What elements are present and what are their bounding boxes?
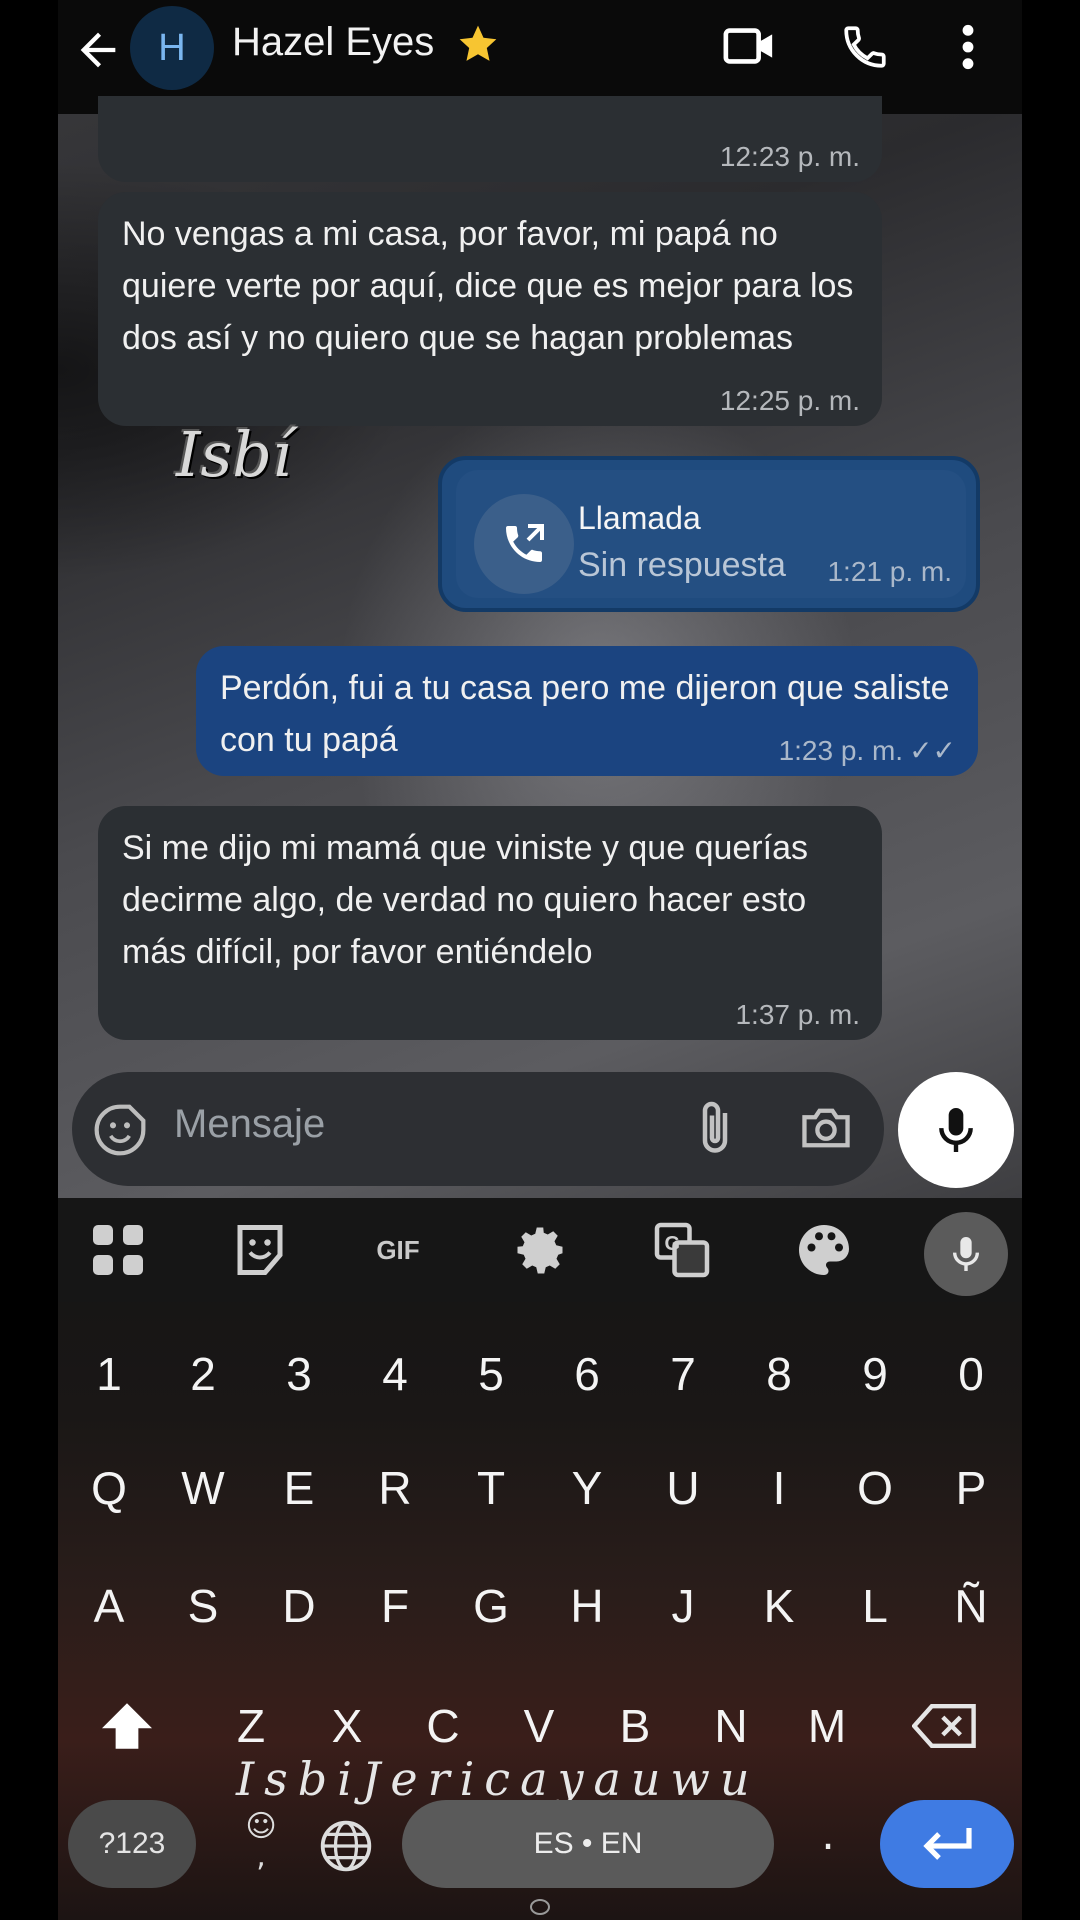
- key-i[interactable]: I: [734, 1438, 824, 1538]
- apps-grid-icon[interactable]: [88, 1220, 148, 1280]
- emoji-icon: ☺: [245, 1809, 277, 1844]
- key-h[interactable]: H: [542, 1556, 632, 1656]
- message-input[interactable]: Mensaje: [72, 1072, 884, 1186]
- key-4[interactable]: 4: [350, 1324, 440, 1424]
- sticker-icon[interactable]: [92, 1102, 148, 1158]
- video-call-icon[interactable]: [722, 24, 776, 68]
- period-key[interactable]: .: [808, 1810, 848, 1880]
- key-1[interactable]: 1: [64, 1324, 154, 1424]
- message-bubble-incoming[interactable]: Si me dijo mi mamá que viniste y que que…: [98, 806, 882, 1040]
- nav-handle-icon[interactable]: [528, 1898, 552, 1916]
- key-7[interactable]: 7: [638, 1324, 728, 1424]
- globe-icon[interactable]: [318, 1818, 374, 1874]
- key-m[interactable]: M: [782, 1676, 872, 1776]
- message-time: 1:37 p. m.: [735, 999, 860, 1030]
- key-j[interactable]: J: [638, 1556, 728, 1656]
- key-6[interactable]: 6: [542, 1324, 632, 1424]
- comma-label: ,: [256, 1839, 266, 1874]
- enter-icon: [923, 1828, 972, 1860]
- key-9[interactable]: 9: [830, 1324, 920, 1424]
- key-t[interactable]: T: [446, 1438, 536, 1538]
- read-ticks-icon: ✓✓: [909, 735, 956, 766]
- emoji-comma-key[interactable]: ☺ ,: [236, 1812, 286, 1882]
- message-bubble-outgoing[interactable]: Perdón, fui a tu casa pero me dijeron qu…: [196, 646, 978, 776]
- key-8[interactable]: 8: [734, 1324, 824, 1424]
- voice-typing-button[interactable]: [924, 1212, 1008, 1296]
- watermark-text: IsbiJericayauwu: [236, 1752, 760, 1806]
- shift-icon: [102, 1703, 152, 1749]
- key-5[interactable]: 5: [446, 1324, 536, 1424]
- camera-icon[interactable]: [798, 1102, 854, 1154]
- palette-icon[interactable]: [794, 1220, 854, 1280]
- key-e[interactable]: E: [254, 1438, 344, 1538]
- message-time: 12:25 p. m.: [719, 385, 860, 416]
- outgoing-call-icon: [506, 524, 544, 562]
- avatar[interactable]: H: [130, 6, 214, 90]
- gif-button[interactable]: GIF: [368, 1220, 428, 1280]
- message-time: 12:23 p. m.: [719, 141, 860, 172]
- key-p[interactable]: P: [926, 1438, 1016, 1538]
- backspace-icon: [912, 1704, 976, 1748]
- key-u[interactable]: U: [638, 1438, 728, 1538]
- message-bubble-incoming[interactable]: 12:23 p. m.: [98, 96, 882, 182]
- key-f[interactable]: F: [350, 1556, 440, 1656]
- star-icon: [459, 25, 497, 61]
- key-g[interactable]: G: [446, 1556, 536, 1656]
- key-w[interactable]: W: [158, 1438, 248, 1538]
- call-log-inner: Llamada Sin respuesta 1:21 p. m.: [456, 470, 966, 598]
- message-time: 1:23 p. m.: [778, 735, 904, 766]
- space-key[interactable]: ES • EN: [402, 1800, 774, 1888]
- message-bubble-incoming[interactable]: No vengas a mi casa, por favor, mi papá …: [98, 192, 882, 426]
- contact-name[interactable]: Hazel Eyes: [232, 20, 434, 65]
- backspace-key[interactable]: [900, 1676, 990, 1776]
- mic-icon: [952, 1237, 980, 1271]
- translate-icon[interactable]: G: [652, 1220, 712, 1280]
- mic-icon: [939, 1108, 973, 1152]
- key-o[interactable]: O: [830, 1438, 920, 1538]
- key-d[interactable]: D: [254, 1556, 344, 1656]
- signature-overlay: Isbí: [176, 418, 292, 491]
- key-l[interactable]: L: [830, 1556, 920, 1656]
- settings-icon[interactable]: [510, 1220, 570, 1280]
- phone-icon[interactable]: [840, 22, 890, 72]
- key-q[interactable]: Q: [64, 1438, 154, 1538]
- call-title: Llamada: [578, 500, 701, 536]
- key-2[interactable]: 2: [158, 1324, 248, 1424]
- more-vert-icon[interactable]: [958, 22, 978, 72]
- back-arrow-icon[interactable]: [72, 24, 124, 76]
- sticker-icon[interactable]: [230, 1220, 290, 1280]
- call-status: Sin respuesta: [578, 546, 786, 584]
- shift-key[interactable]: [82, 1676, 172, 1776]
- missed-call-icon-wrap: [474, 494, 574, 594]
- key-r[interactable]: R: [350, 1438, 440, 1538]
- message-text: Si me dijo mi mamá que viniste y que que…: [122, 829, 808, 971]
- enter-key[interactable]: [880, 1800, 1014, 1888]
- key-a[interactable]: A: [64, 1556, 154, 1656]
- key-s[interactable]: S: [158, 1556, 248, 1656]
- key-0[interactable]: 0: [926, 1324, 1016, 1424]
- voice-record-button[interactable]: [898, 1072, 1014, 1188]
- key-k[interactable]: K: [734, 1556, 824, 1656]
- message-text: No vengas a mi casa, por favor, mi papá …: [122, 215, 854, 357]
- key-3[interactable]: 3: [254, 1324, 344, 1424]
- svg-text:G: G: [665, 1233, 681, 1255]
- key-y[interactable]: Y: [542, 1438, 632, 1538]
- call-log-bubble[interactable]: Llamada Sin respuesta 1:21 p. m.: [438, 456, 980, 612]
- message-placeholder: Mensaje: [174, 1102, 326, 1146]
- message-time: 1:21 p. m.: [827, 556, 952, 587]
- keyboard-toolbar: GIF G: [58, 1198, 1022, 1302]
- attach-icon[interactable]: [692, 1098, 738, 1158]
- symbols-key[interactable]: ?123: [68, 1800, 196, 1888]
- key-n-tilde[interactable]: Ñ: [926, 1556, 1016, 1656]
- message-time-status: 1:23 p. m. ✓✓: [779, 734, 956, 768]
